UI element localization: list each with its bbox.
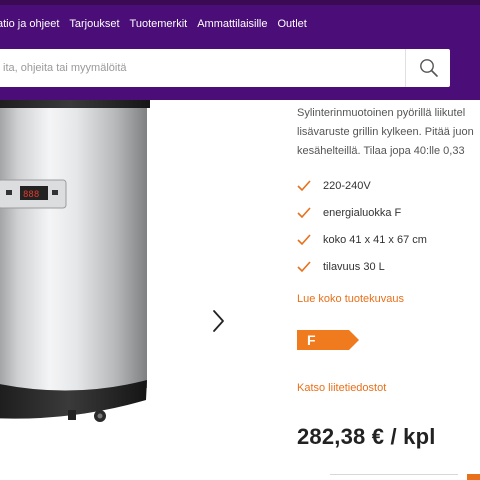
checkmark-icon	[297, 207, 311, 219]
nav-link-professionals[interactable]: Ammattilaisille	[197, 18, 267, 30]
product-info: Sylinterinmuotoinen pyörillä liikutel li…	[297, 100, 480, 480]
feature-label: koko 41 x 41 x 67 cm	[323, 234, 427, 246]
search-icon	[419, 59, 438, 77]
site-header: atio ja ohjeet Tarjoukset Tuotemerkit Am…	[0, 5, 480, 100]
energy-class-badge[interactable]: F	[297, 330, 359, 350]
add-to-cart-button[interactable]	[467, 474, 480, 480]
search-button[interactable]	[405, 49, 451, 87]
nav-link-instructions[interactable]: atio ja ohjeet	[0, 18, 59, 30]
product-price: 282,38 € / kpl	[297, 424, 436, 449]
search-input[interactable]	[0, 49, 400, 87]
product-image-gallery: 888	[0, 100, 265, 480]
search-bar	[0, 49, 450, 87]
feature-item: energialuokka F	[297, 203, 480, 223]
main-nav: atio ja ohjeet Tarjoukset Tuotemerkit Am…	[0, 13, 317, 35]
nav-link-brands[interactable]: Tuotemerkit	[130, 18, 188, 30]
product-image: 888	[0, 100, 150, 422]
feature-item: 220-240V	[297, 176, 480, 196]
checkmark-icon	[297, 234, 311, 246]
read-more-link[interactable]: Lue koko tuotekuvaus	[297, 293, 404, 305]
feature-label: energialuokka F	[323, 207, 402, 219]
energy-class-label: F	[307, 332, 316, 348]
description-line: kesähelteillä. Tilaa jopa 40:lle 0,33	[297, 145, 465, 157]
svg-text:888: 888	[23, 190, 39, 200]
feature-label: tilavuus 30 L	[323, 261, 385, 273]
description-line: lisävaruste grillin kylkeen. Pitää juon	[297, 126, 474, 138]
feature-item: koko 41 x 41 x 67 cm	[297, 230, 480, 250]
description-line: Sylinterinmuotoinen pyörillä liikutel	[297, 107, 466, 119]
attachments-link[interactable]: Katso liitetiedostot	[297, 382, 386, 394]
quantity-field-border[interactable]	[330, 474, 458, 475]
checkmark-icon	[297, 261, 311, 273]
nav-link-outlet[interactable]: Outlet	[278, 18, 307, 30]
nav-link-offers[interactable]: Tarjoukset	[69, 18, 119, 30]
chevron-right-icon[interactable]	[208, 308, 228, 334]
feature-label: 220-240V	[323, 180, 371, 192]
feature-item: tilavuus 30 L	[297, 257, 480, 277]
checkmark-icon	[297, 180, 311, 192]
product-description: Sylinterinmuotoinen pyörillä liikutel li…	[297, 104, 480, 161]
